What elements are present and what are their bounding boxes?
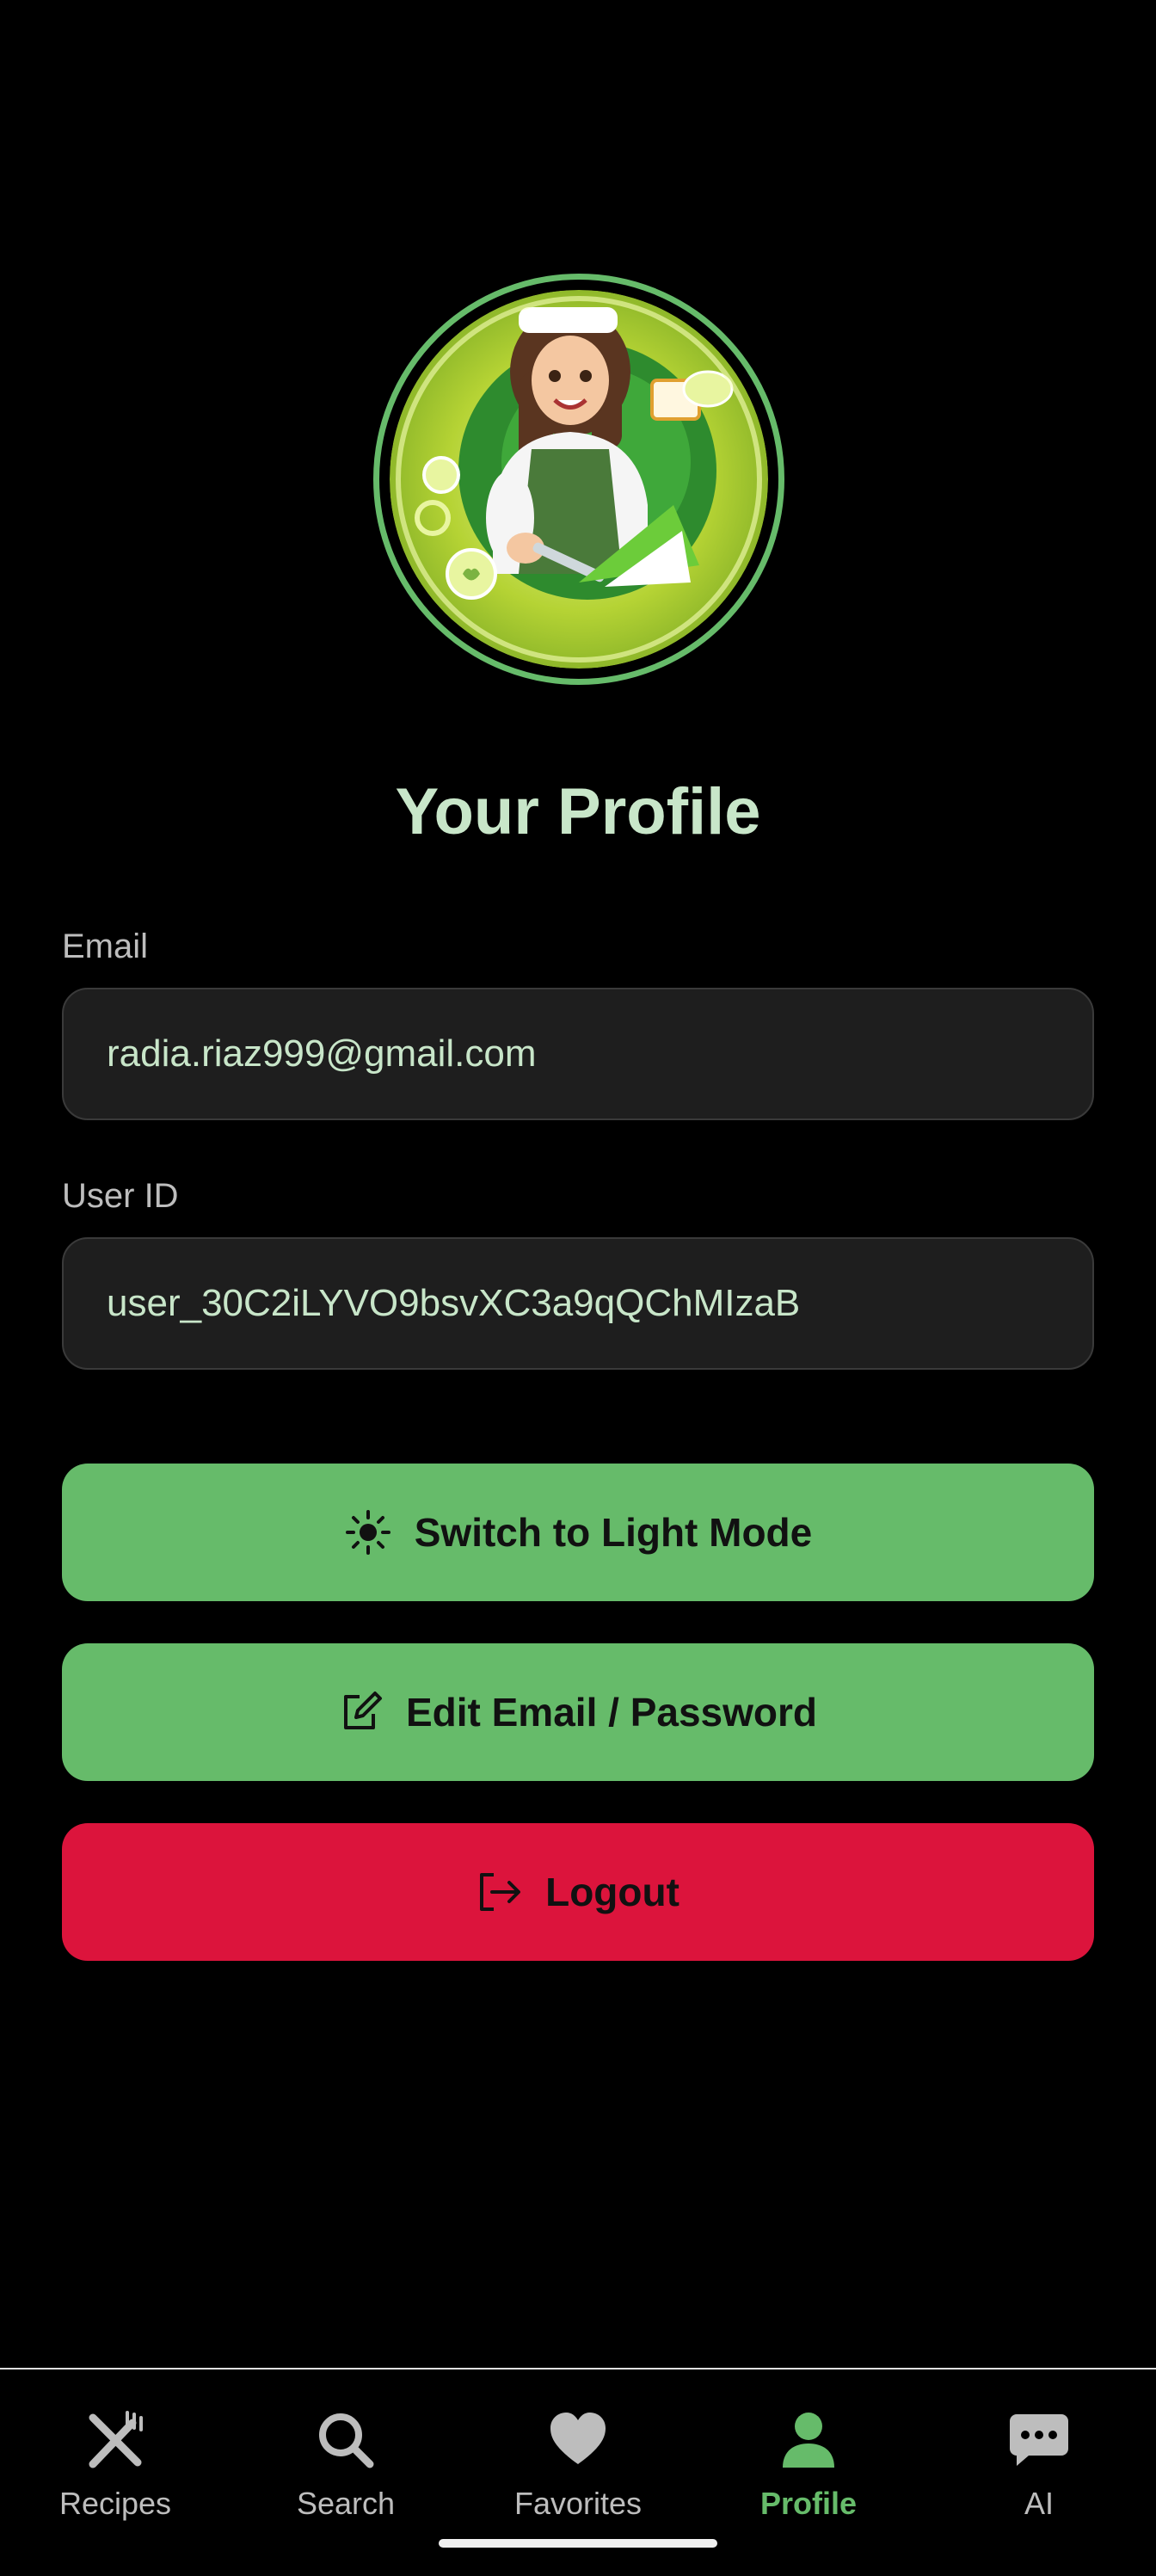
user-id-label: User ID bbox=[62, 1177, 179, 1215]
chat-icon bbox=[1006, 2407, 1072, 2477]
page-title: Your Profile bbox=[395, 775, 761, 848]
nav-label-profile: Profile bbox=[759, 2486, 858, 2521]
edit-credentials-label: Edit Email / Password bbox=[405, 1690, 818, 1735]
chef-illustration bbox=[390, 290, 768, 669]
search-icon bbox=[313, 2407, 378, 2477]
email-label: Email bbox=[62, 927, 149, 965]
user-id-field[interactable]: user_30C2iLYVO9bsvXC3a9qQChMIzaB bbox=[62, 1237, 1094, 1370]
edit-icon bbox=[339, 1690, 384, 1735]
nav-item-favorites[interactable]: Favorites bbox=[463, 2407, 693, 2522]
email-field[interactable]: radia.riaz999@gmail.com bbox=[62, 988, 1094, 1120]
profile-avatar bbox=[373, 274, 784, 685]
fork-knife-icon bbox=[83, 2407, 148, 2477]
email-value: radia.riaz999@gmail.com bbox=[107, 1032, 537, 1075]
switch-theme-button[interactable]: Switch to Light Mode bbox=[62, 1464, 1094, 1601]
sun-icon bbox=[344, 1508, 392, 1556]
logout-button[interactable]: Logout bbox=[62, 1823, 1094, 1961]
nav-item-search[interactable]: Search bbox=[231, 2407, 461, 2522]
edit-credentials-button[interactable]: Edit Email / Password bbox=[62, 1643, 1094, 1781]
nav-item-ai[interactable]: AI bbox=[924, 2407, 1154, 2522]
home-indicator bbox=[439, 2539, 717, 2548]
nav-item-profile[interactable]: Profile bbox=[693, 2407, 924, 2522]
logout-label: Logout bbox=[545, 1870, 679, 1914]
nav-label-recipes: Recipes bbox=[58, 2486, 172, 2521]
nav-label-search: Search bbox=[296, 2486, 396, 2521]
heart-icon bbox=[545, 2407, 611, 2477]
switch-theme-label: Switch to Light Mode bbox=[414, 1510, 813, 1555]
nav-label-favorites: Favorites bbox=[513, 2486, 643, 2521]
nav-label-ai: AI bbox=[1024, 2486, 1054, 2521]
person-icon bbox=[776, 2407, 841, 2477]
logout-icon bbox=[477, 1870, 523, 1914]
nav-item-recipes[interactable]: Recipes bbox=[0, 2407, 231, 2522]
user-id-value: user_30C2iLYVO9bsvXC3a9qQChMIzaB bbox=[107, 1282, 801, 1324]
